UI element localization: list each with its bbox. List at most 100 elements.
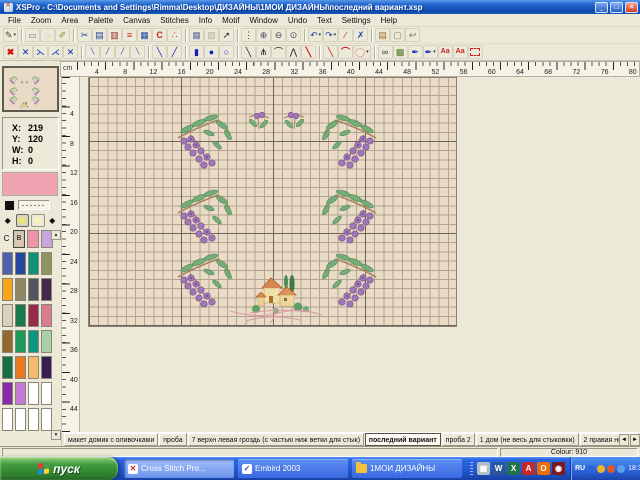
- menu-window[interactable]: Window: [244, 15, 282, 26]
- current-color-swatch[interactable]: [2, 172, 58, 196]
- knot-diamond-icon-right[interactable]: ◆: [47, 216, 59, 225]
- three-quarter-stitch-ne-button[interactable]: ⋋: [33, 45, 48, 59]
- menu-help[interactable]: Help: [376, 15, 402, 26]
- freehand-select-button[interactable]: ✐: [55, 28, 70, 42]
- palette-swatch-2-1[interactable]: [15, 304, 26, 327]
- chart-view-button[interactable]: ▦: [189, 28, 204, 42]
- tab-5[interactable]: проба 2: [442, 433, 475, 446]
- palette-swatch-3-0[interactable]: [2, 330, 13, 353]
- header-swatch-1[interactable]: [27, 230, 39, 248]
- curve-stitch-button[interactable]: ╲: [323, 45, 338, 59]
- scatter-motif-button[interactable]: ∴: [167, 28, 182, 42]
- palette-scroll-up[interactable]: ▲: [51, 230, 61, 240]
- motif-olive[interactable]: [318, 251, 378, 314]
- palette-swatch-0-2[interactable]: [28, 252, 39, 275]
- palette-swatch-1-2[interactable]: [28, 278, 39, 301]
- backstitch-thick-button[interactable]: ╲: [301, 45, 316, 59]
- three-quarter-stitch-se-button[interactable]: ✕: [63, 45, 78, 59]
- vertical-stitch-button[interactable]: ▮: [189, 45, 204, 59]
- design-canvas[interactable]: [80, 77, 640, 432]
- half-stitch-back-button[interactable]: ╲: [152, 45, 167, 59]
- motif-pair[interactable]: [246, 111, 272, 138]
- tab-4[interactable]: последний вариант: [365, 433, 441, 446]
- text-large-button[interactable]: Aa: [453, 45, 468, 59]
- knot-style-button-1[interactable]: [16, 214, 30, 227]
- menu-text[interactable]: Text: [312, 15, 337, 26]
- zoom-actual-button[interactable]: ⊙: [286, 28, 301, 42]
- tray-icon-antivirus[interactable]: [607, 465, 615, 473]
- knot-style-button-2[interactable]: [31, 214, 45, 227]
- quick-launch-handle[interactable]: [470, 461, 473, 475]
- restore-button[interactable]: □: [610, 2, 623, 13]
- rotate-motif-button[interactable]: C: [152, 28, 167, 42]
- zoom-in-button[interactable]: ⊕: [256, 28, 271, 42]
- text-small-button[interactable]: Aa: [438, 45, 453, 59]
- print-preview-button[interactable]: ▧: [204, 28, 219, 42]
- three-quarter-stitch-nw-button[interactable]: ✕: [18, 45, 33, 59]
- pen-tool-1-button[interactable]: ✒: [408, 45, 423, 59]
- start-button[interactable]: пуск: [0, 457, 118, 480]
- taskbar-task-1[interactable]: ✕Cross Stitch Pro...: [124, 459, 234, 478]
- knot-diamond-icon-left[interactable]: ◆: [2, 216, 14, 225]
- tab-1[interactable]: макет домик с оливочками: [64, 433, 158, 446]
- full-cross-stitch-button[interactable]: ✖: [3, 45, 18, 59]
- pencil-tool-button[interactable]: ✎▾: [3, 28, 18, 42]
- zoom-out-button[interactable]: ⊖: [271, 28, 286, 42]
- palette-swatch-6-1[interactable]: [15, 408, 26, 431]
- erase-stitch-button[interactable]: ✗: [353, 28, 368, 42]
- bead-stitch-button[interactable]: ○: [219, 45, 234, 59]
- menu-area[interactable]: Area: [56, 15, 83, 26]
- quick-launch-excel[interactable]: X: [507, 462, 520, 475]
- palette-swatch-0-0[interactable]: [2, 252, 13, 275]
- palette-swatch-1-1[interactable]: [15, 278, 26, 301]
- menu-motif[interactable]: Motif: [217, 15, 244, 26]
- blend-color-swatch[interactable]: B: [13, 230, 25, 248]
- tray-clock[interactable]: 18:30: [628, 465, 640, 472]
- thread-guide-button[interactable]: ⋮: [241, 28, 256, 42]
- repeat-motif-button[interactable]: ≡: [122, 28, 137, 42]
- quarter-stitch-sw-button[interactable]: ╱: [115, 45, 130, 59]
- redo-button[interactable]: ↷▾: [323, 28, 338, 42]
- palette-swatch-2-0[interactable]: [2, 304, 13, 327]
- motif-olive[interactable]: [318, 112, 378, 175]
- pointer-tool-button[interactable]: ➚: [219, 28, 234, 42]
- quarter-stitch-ne-button[interactable]: ╱: [100, 45, 115, 59]
- menu-zoom[interactable]: Zoom: [26, 15, 56, 26]
- menu-info[interactable]: Info: [194, 15, 217, 26]
- circle-stitch-button[interactable]: ◯▾: [353, 45, 371, 59]
- taskbar-task-3[interactable]: 1МОИ ДИЗАЙНЫ: [352, 459, 462, 478]
- arc-stitch-button[interactable]: ⌒: [338, 45, 353, 59]
- picture-overlay-button[interactable]: ▩: [393, 45, 408, 59]
- palette-swatch-5-0[interactable]: [2, 382, 13, 405]
- quick-launch-media[interactable]: ◉: [552, 462, 565, 475]
- menu-palette[interactable]: Palette: [83, 15, 118, 26]
- pen-tool-2-button[interactable]: ✒▾: [423, 45, 438, 59]
- tab-2[interactable]: проба: [159, 433, 186, 446]
- tray-icon-network[interactable]: [617, 465, 625, 473]
- backstitch-zigzag-button[interactable]: ⋀: [286, 45, 301, 59]
- tab-6[interactable]: 1 дом (не весь для стыковки): [476, 433, 579, 446]
- cut-motif-button[interactable]: ✂: [77, 28, 92, 42]
- half-stitch-forward-button[interactable]: ╱: [167, 45, 182, 59]
- french-knot-button[interactable]: ●: [204, 45, 219, 59]
- palette-swatch-6-2[interactable]: [28, 408, 39, 431]
- motif-path[interactable]: [228, 305, 324, 330]
- tab-scroll-left[interactable]: ◄: [619, 434, 629, 446]
- menu-settings[interactable]: Settings: [337, 15, 376, 26]
- copy-design-button[interactable]: ▤: [375, 28, 390, 42]
- palette-scrollbar[interactable]: ▲ ▼: [51, 230, 61, 440]
- palette-scroll-down[interactable]: ▼: [51, 430, 61, 440]
- motif-pair[interactable]: [281, 111, 307, 138]
- tab-scroll-right[interactable]: ►: [630, 434, 640, 446]
- menu-canvas[interactable]: Canvas: [118, 15, 155, 26]
- motif-olive[interactable]: [176, 112, 236, 175]
- palette-swatch-3-1[interactable]: [15, 330, 26, 353]
- palette-c-label[interactable]: C: [2, 230, 11, 243]
- quick-launch-orange[interactable]: O: [537, 462, 550, 475]
- motif-olive[interactable]: [176, 251, 236, 314]
- backstitch-curve-button[interactable]: ⌒: [271, 45, 286, 59]
- taskbar-task-2[interactable]: ✓Embird 2003: [238, 459, 348, 478]
- palette-swatch-6-0[interactable]: [2, 408, 13, 431]
- motif-olive[interactable]: [318, 187, 378, 250]
- stamp-motif-button[interactable]: ▦: [137, 28, 152, 42]
